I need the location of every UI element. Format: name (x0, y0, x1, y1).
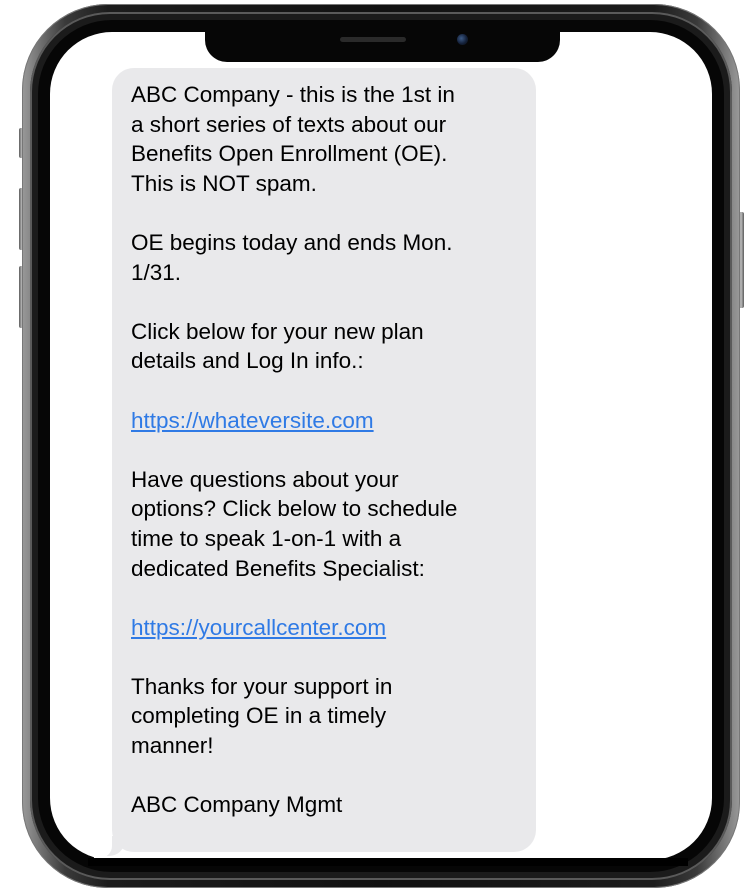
notch (205, 32, 560, 62)
message-paragraph-thanks: Thanks for your support in completing OE… (131, 673, 393, 759)
front-camera-icon (457, 34, 468, 45)
earpiece-speaker (340, 37, 406, 42)
plan-details-link[interactable]: https://whateversite.com (131, 408, 374, 433)
home-indicator-area (88, 858, 688, 866)
phone-mockup: ABC Company - this is the 1st in a short… (0, 0, 749, 891)
message-signature: ABC Company Mgmt (131, 792, 343, 818)
message-paragraph-click: Click below for your new plan details an… (131, 318, 424, 374)
call-center-link[interactable]: https://yourcallcenter.com (131, 615, 386, 640)
message-paragraph-questions: Have questions about your options? Click… (131, 466, 458, 581)
message-paragraph-dates: OE begins today and ends Mon. 1/31. (131, 229, 453, 285)
message-paragraph-intro: ABC Company - this is the 1st in a short… (131, 82, 455, 196)
message-text: ABC Company - this is the 1st in a short… (131, 80, 531, 820)
